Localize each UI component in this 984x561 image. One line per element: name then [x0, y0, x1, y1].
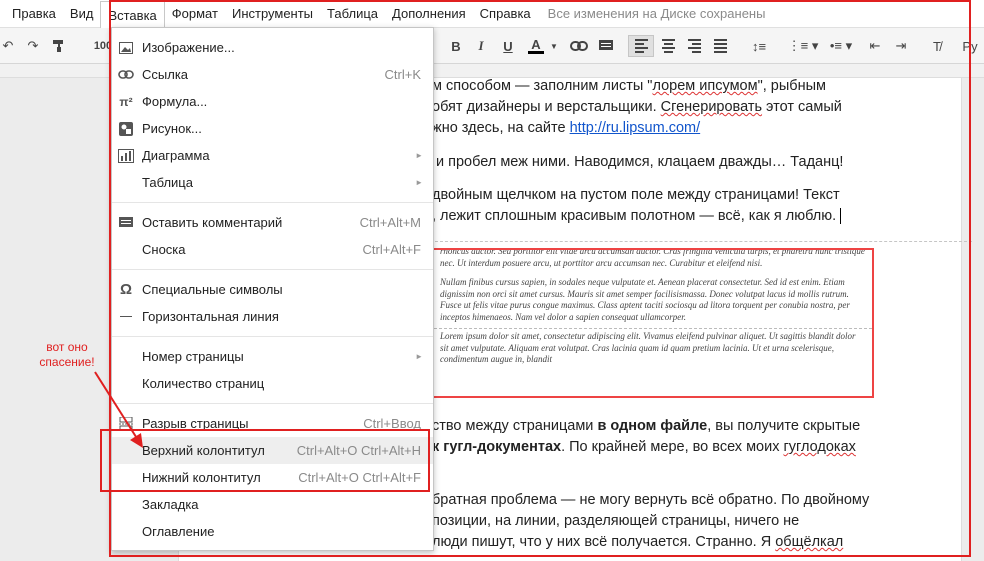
- annotation-arrow-icon: [94, 371, 143, 448]
